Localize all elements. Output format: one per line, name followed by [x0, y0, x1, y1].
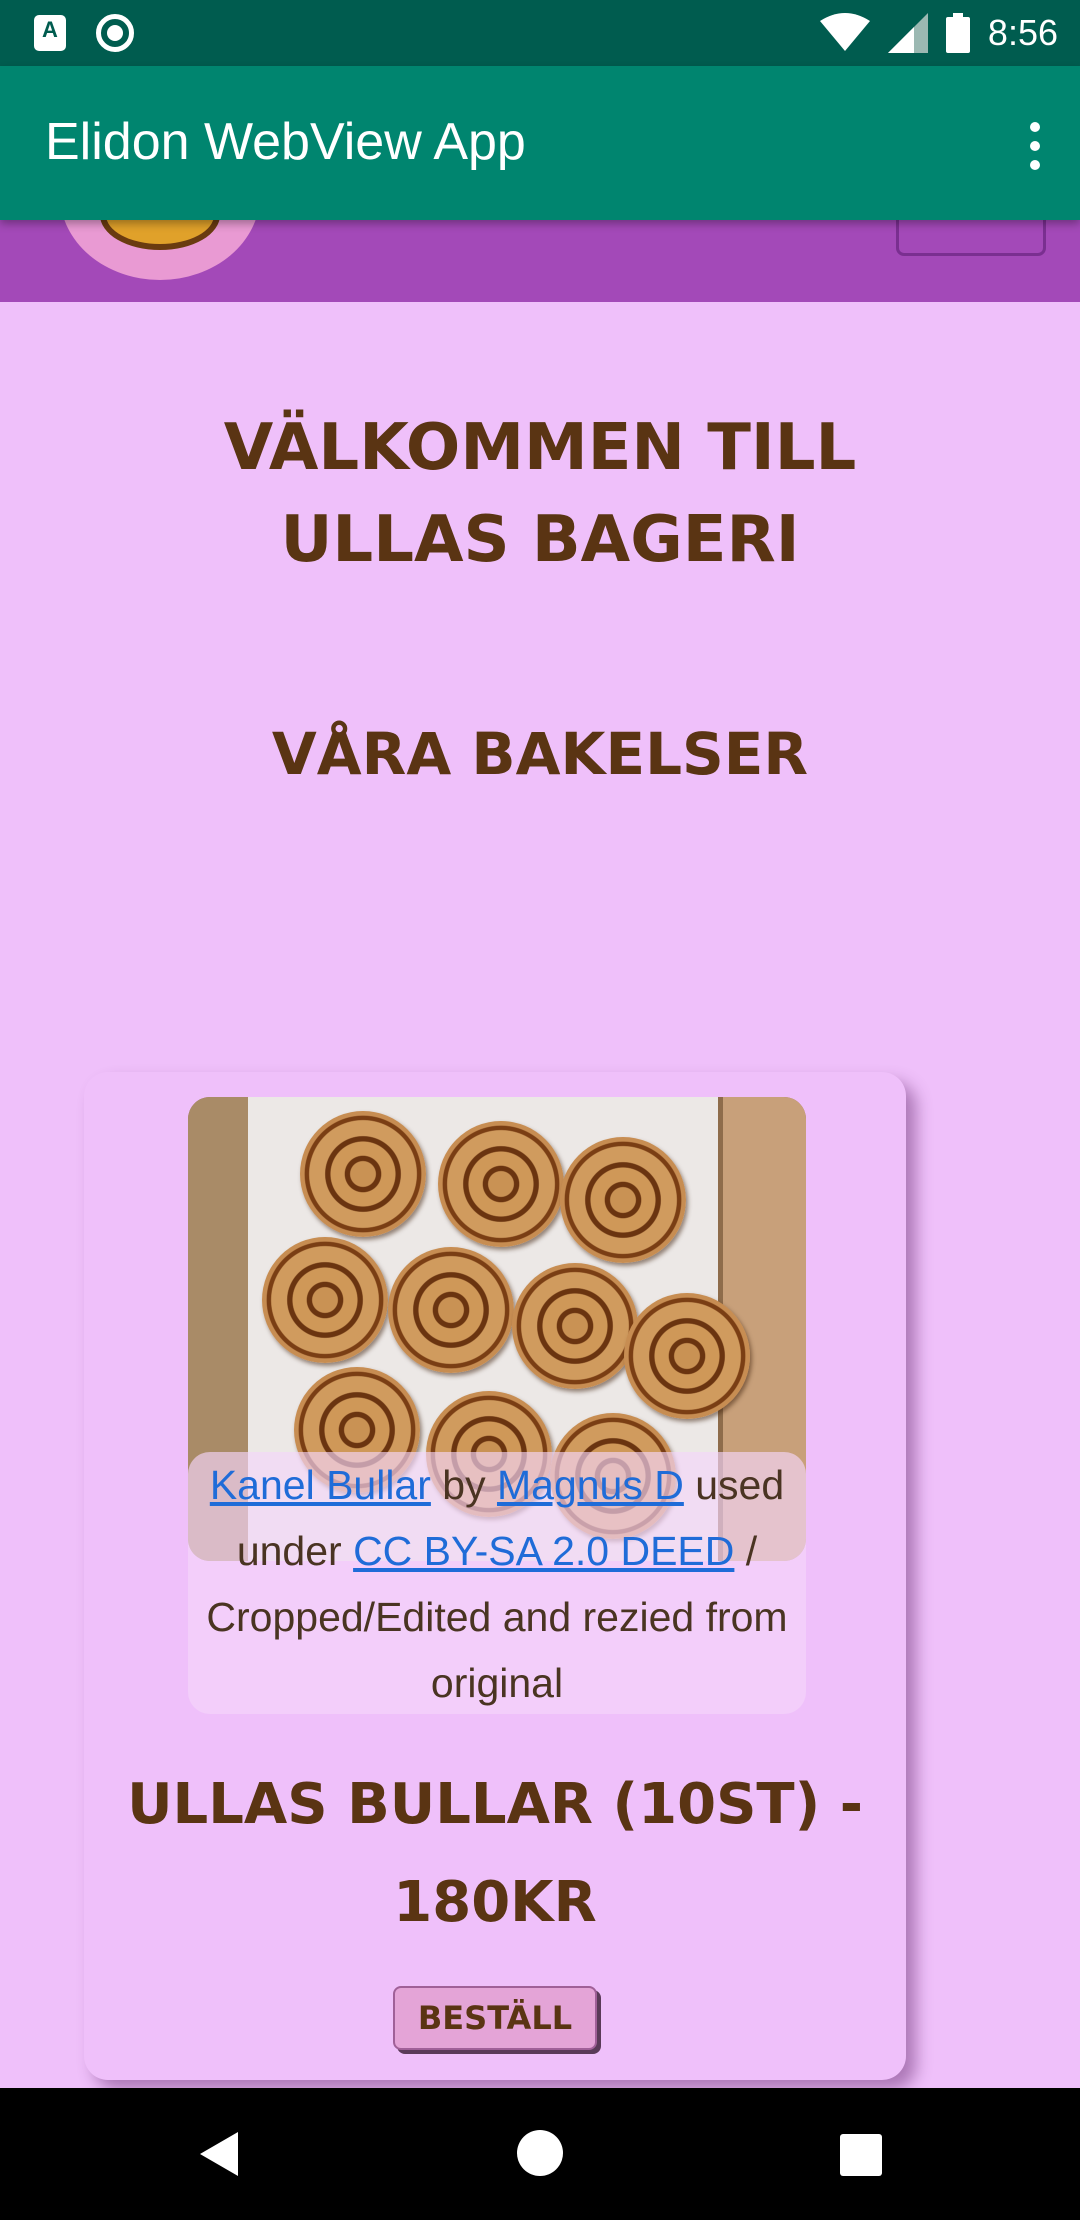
- caption-by: by: [430, 1462, 497, 1508]
- status-time: 8:56: [987, 12, 1058, 53]
- order-button[interactable]: Beställ: [393, 1986, 597, 2050]
- site-header: [0, 220, 1080, 302]
- welcome-heading: Välkommen till Ullas Bageri: [223, 411, 857, 577]
- app-title: Elidon WebView App: [45, 113, 526, 171]
- photo-caption: Kanel Bullar by Magnus D used under CC B…: [188, 1452, 806, 1714]
- caption-link-author[interactable]: Magnus D: [497, 1462, 684, 1508]
- bakery-logo[interactable]: [60, 220, 260, 280]
- app-notification-icon: A: [34, 15, 66, 51]
- caption-link-photo[interactable]: Kanel Bullar: [210, 1462, 431, 1508]
- recents-icon[interactable]: [840, 2134, 882, 2176]
- app-bar: Elidon WebView App: [0, 66, 1080, 220]
- site-menu-button[interactable]: [896, 220, 1046, 256]
- home-icon[interactable]: [517, 2130, 563, 2176]
- navigation-bar: [0, 2088, 1080, 2220]
- status-bar: A 8:56: [0, 0, 1080, 66]
- product-card: Kanel Bullar by Magnus D used under CC B…: [84, 1072, 906, 2080]
- product-title: Ullas Bullar (10st) - 180kr: [127, 1772, 863, 1935]
- battery-icon: [945, 13, 970, 53]
- circle-notification-icon: [96, 14, 134, 52]
- section-heading: Våra bakelser: [271, 720, 809, 788]
- caption-link-license[interactable]: CC BY-SA 2.0 DEED: [353, 1528, 734, 1574]
- overflow-menu-icon[interactable]: [1020, 118, 1050, 174]
- cell-signal-icon: [887, 13, 928, 53]
- back-icon[interactable]: [200, 2132, 238, 2176]
- wifi-icon: [819, 13, 870, 51]
